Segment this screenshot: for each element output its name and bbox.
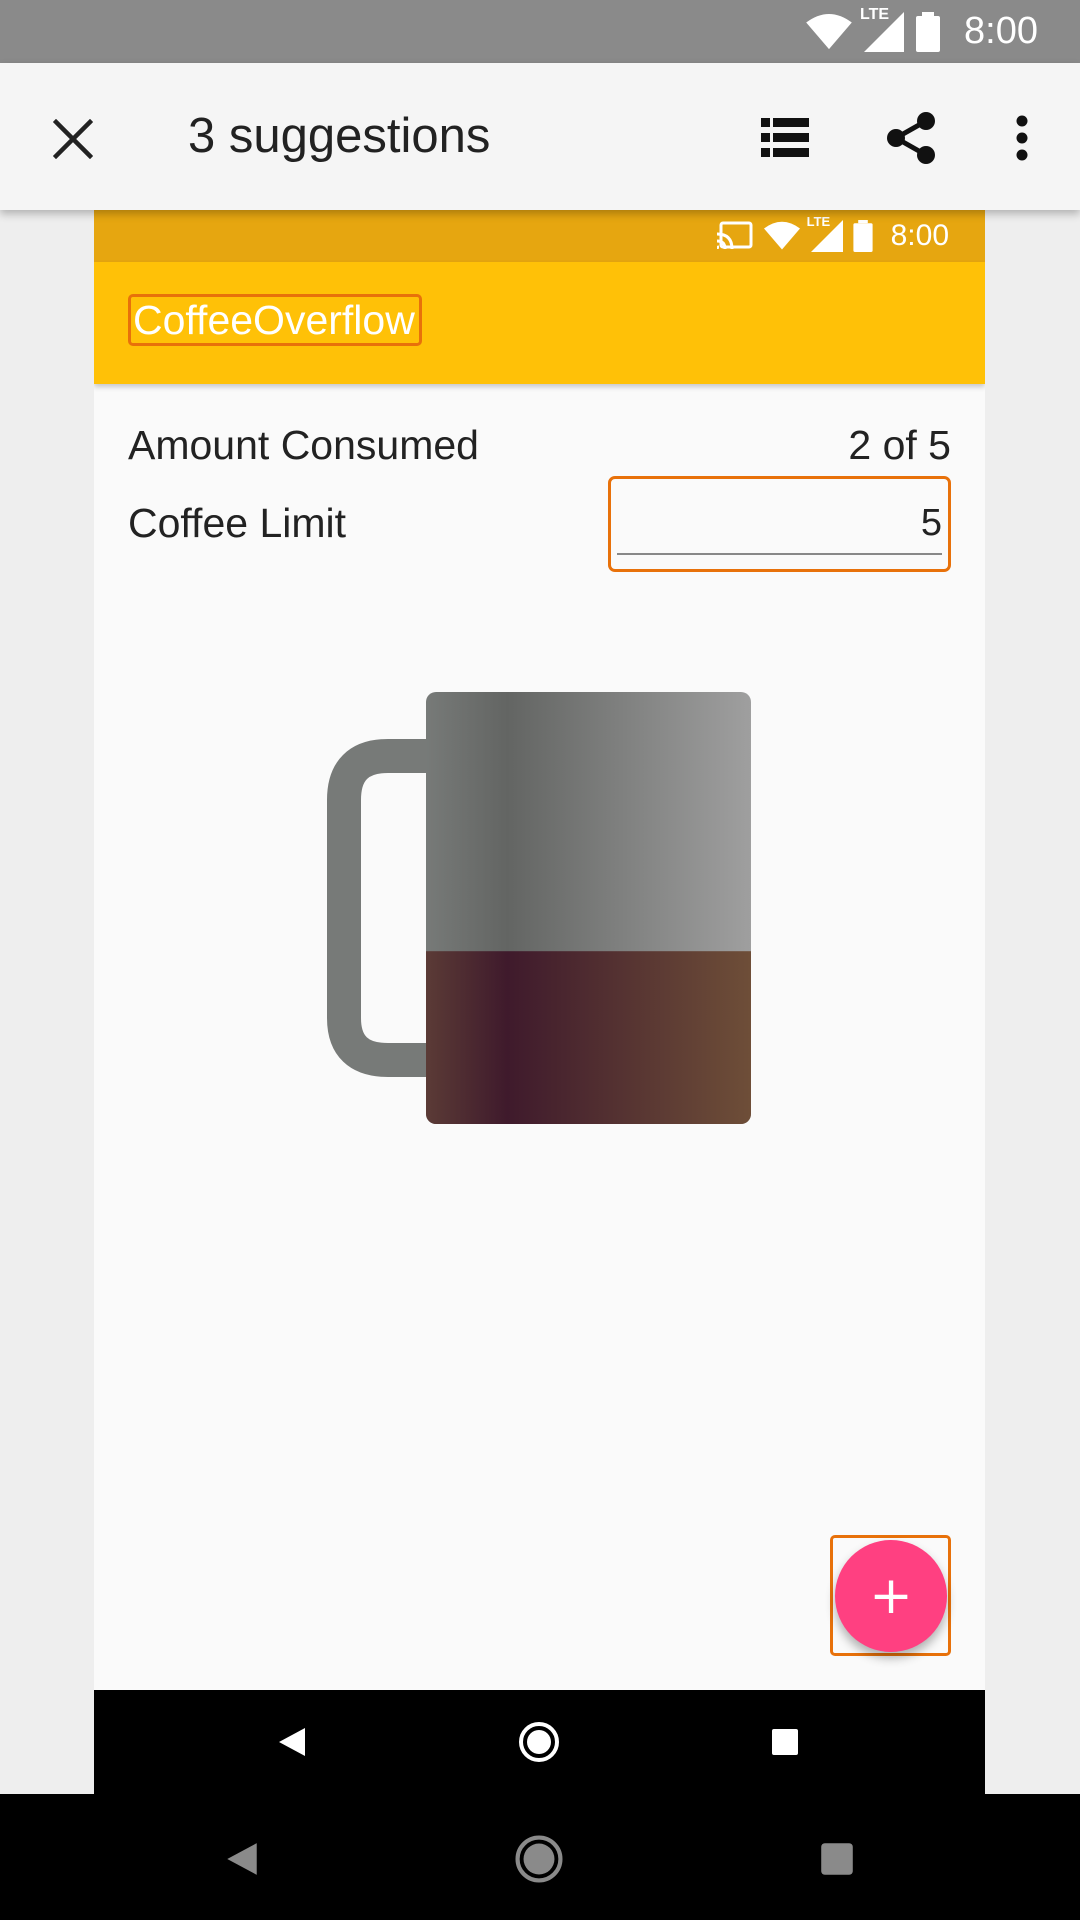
close-icon <box>53 119 93 159</box>
back-icon <box>279 1728 305 1756</box>
app-status-bar: LTE 8:00 <box>94 210 985 262</box>
lte-signal-icon: LTE <box>807 214 843 252</box>
more-vert-icon <box>1016 115 1028 161</box>
share-button[interactable] <box>876 103 946 173</box>
suggestions-title: 3 suggestions <box>188 109 491 163</box>
mug-handle <box>327 739 426 1077</box>
battery-icon <box>853 220 873 252</box>
plus-icon: + <box>869 1566 913 1626</box>
coffee-limit-input[interactable] <box>617 493 942 555</box>
status-time: 8:00 <box>964 10 1038 52</box>
wifi-icon <box>806 13 852 49</box>
cast-icon <box>716 221 753 250</box>
home-icon <box>515 1835 563 1883</box>
wifi-icon <box>763 221 800 250</box>
app-screenshot: LTE 8:00 CoffeeOverflow Amount Consumed … <box>94 210 985 1794</box>
amount-consumed-label: Amount Consumed <box>128 422 479 468</box>
home-button[interactable] <box>504 1824 574 1894</box>
navigation-bar <box>0 1794 1080 1920</box>
coffee-mug-image <box>327 692 751 1124</box>
back-button[interactable] <box>207 1824 277 1894</box>
recents-icon <box>821 1843 853 1875</box>
home-icon <box>519 1722 559 1762</box>
app-title: CoffeeOverflow <box>128 294 422 346</box>
scanner-toolbar: 3 suggestions <box>0 63 1080 210</box>
fab-highlight: + <box>830 1535 951 1656</box>
lte-signal-icon: LTE <box>860 6 905 52</box>
coffee-fill <box>426 951 751 1124</box>
app-recents-button[interactable] <box>755 1712 815 1772</box>
recents-icon <box>772 1729 798 1755</box>
lte-label: LTE <box>806 214 831 229</box>
lte-label: LTE <box>860 5 890 23</box>
coffee-limit-label: Coffee Limit <box>128 500 347 546</box>
close-button[interactable] <box>40 106 106 172</box>
back-icon <box>227 1843 257 1875</box>
status-bar: LTE 8:00 <box>0 0 1080 63</box>
app-bar: CoffeeOverflow <box>94 262 985 384</box>
app-home-button[interactable] <box>509 1712 569 1772</box>
amount-consumed-value: 2 of 5 <box>848 422 951 468</box>
add-coffee-button[interactable]: + <box>835 1540 947 1652</box>
coffee-limit-highlight <box>608 476 951 572</box>
app-navigation-bar <box>94 1690 985 1794</box>
more-options-button[interactable] <box>987 103 1057 173</box>
list-view-button[interactable] <box>750 103 820 173</box>
share-icon <box>887 112 935 164</box>
app-back-button[interactable] <box>262 1712 322 1772</box>
list-icon <box>761 118 809 157</box>
battery-icon <box>916 11 941 52</box>
app-status-time: 8:00 <box>890 219 949 252</box>
recents-button[interactable] <box>802 1824 872 1894</box>
